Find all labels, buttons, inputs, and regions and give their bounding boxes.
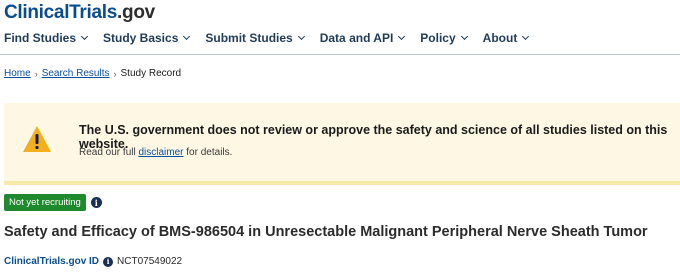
site-logo[interactable]: ClinicalTrials.gov	[4, 2, 155, 24]
study-id-row: ClinicalTrials.gov ID i NCT07549022	[4, 256, 182, 267]
chevron-down-icon	[183, 32, 191, 41]
study-id-label: ClinicalTrials.gov ID	[4, 256, 100, 267]
alert-body-text: Read our full	[79, 147, 139, 158]
nav-study-basics[interactable]: Study Basics	[103, 31, 191, 45]
logo-text-suffix: .gov	[117, 2, 155, 23]
breadcrumb-search-results-link[interactable]: Search Results	[42, 68, 110, 79]
page-title: Safety and Efficacy of BMS-986504 in Unr…	[4, 224, 648, 240]
chevron-down-icon	[80, 32, 89, 41]
disclaimer-alert: The U.S. government does not review or a…	[4, 103, 680, 185]
nav-label: Find Studies	[4, 31, 76, 45]
info-icon[interactable]: i	[103, 256, 114, 267]
nav-find-studies[interactable]: Find Studies	[4, 31, 89, 45]
study-id-value: NCT07549022	[117, 256, 183, 267]
alert-body: Read our full disclaimer for details.	[79, 147, 232, 158]
warning-triangle-icon	[23, 126, 51, 152]
chevron-right-icon: ›	[34, 68, 38, 79]
chevron-down-icon	[460, 32, 468, 41]
info-icon[interactable]: i	[90, 197, 102, 208]
header-divider	[0, 54, 680, 55]
breadcrumb-current: Study Record	[120, 68, 182, 79]
chevron-down-icon	[398, 32, 406, 41]
nav-submit-studies[interactable]: Submit Studies	[205, 31, 305, 45]
nav-label: Study Basics	[103, 31, 179, 45]
nav-label: Policy	[420, 31, 456, 45]
nav-label: About	[482, 31, 518, 45]
main-nav: Find Studies Study Basics Submit Studies…	[4, 31, 544, 45]
alert-body-text-end: for details.	[183, 147, 233, 158]
breadcrumb: Home › Search Results › Study Record	[4, 68, 181, 79]
nav-policy[interactable]: Policy	[420, 31, 468, 45]
chevron-down-icon	[297, 32, 305, 41]
chevron-right-icon: ›	[113, 68, 117, 79]
disclaimer-link[interactable]: disclaimer	[138, 147, 183, 158]
chevron-down-icon	[522, 32, 530, 41]
status-badge: Not yet recruiting	[4, 194, 86, 211]
logo-text-main: ClinicalTrials	[4, 2, 118, 23]
nav-label: Submit Studies	[205, 31, 293, 45]
nav-about[interactable]: About	[482, 31, 530, 45]
nav-label: Data and API	[319, 31, 394, 45]
status-row: Not yet recruiting i	[4, 194, 102, 211]
nav-data-and-api[interactable]: Data and API	[319, 31, 406, 45]
breadcrumb-home-link[interactable]: Home	[4, 68, 31, 79]
